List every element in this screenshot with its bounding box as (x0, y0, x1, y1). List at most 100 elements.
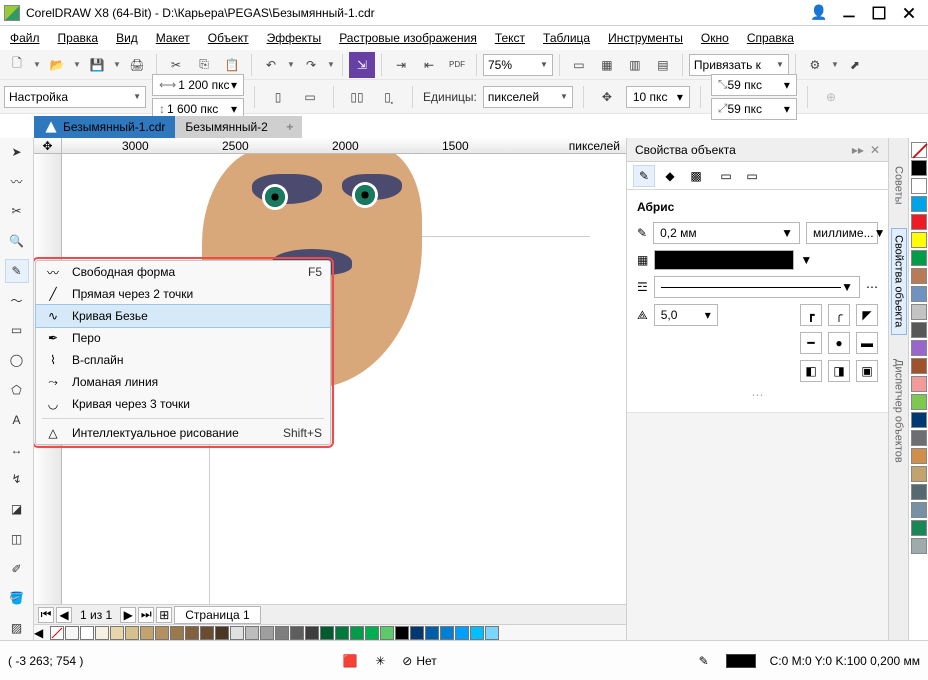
page-width-input[interactable]: ⟷1 200 пкс▾ (152, 74, 244, 96)
doc-palette-swatch[interactable] (110, 626, 124, 640)
fullscreen-preview-button[interactable]: ▭ (566, 52, 592, 78)
page-tab[interactable]: Страница 1 (174, 606, 260, 624)
menu-layout[interactable]: Макет (156, 31, 190, 45)
rectangle-tool[interactable]: ▭ (5, 319, 29, 343)
publish-pdf-button[interactable]: PDF (444, 52, 470, 78)
doc-palette-swatch[interactable] (125, 626, 139, 640)
eyedropper-tool[interactable]: ✐ (5, 557, 29, 581)
print-button[interactable]: 🖨 (124, 52, 150, 78)
vtab-hints[interactable]: Советы (893, 166, 905, 204)
pos-outside-button[interactable]: ◧ (800, 360, 822, 382)
palette-swatch[interactable] (911, 448, 927, 464)
doc-tab-2[interactable]: Безымянный-2 (175, 116, 277, 138)
transparency-tool[interactable]: ◫ (5, 527, 29, 551)
palette-swatch[interactable] (911, 214, 927, 230)
doc-palette-none[interactable] (50, 626, 64, 640)
doc-palette-swatch[interactable] (245, 626, 259, 640)
flyout-2point-line[interactable]: ╱Прямая через 2 точки (36, 283, 330, 305)
show-grid-button[interactable]: ▥ (622, 52, 648, 78)
palette-swatch[interactable] (911, 232, 927, 248)
palette-swatch[interactable] (911, 394, 927, 410)
palette-swatch[interactable] (911, 322, 927, 338)
palette-swatch[interactable] (911, 538, 927, 554)
last-page-button[interactable]: ⏭ (138, 607, 154, 623)
current-page-button[interactable]: ▯⸼ (376, 84, 402, 110)
pos-inside-button[interactable]: ▣ (856, 360, 878, 382)
menu-table[interactable]: Таблица (543, 31, 590, 45)
flyout-freehand[interactable]: 〰Свободная формаF5 (36, 261, 330, 283)
status-proof-icon[interactable]: ✳ (372, 653, 388, 669)
crop-tool[interactable]: ✂ (5, 200, 29, 224)
fill-none-icon[interactable]: ⊘ (402, 654, 412, 668)
outline-units-combo[interactable]: миллиме...▼ (806, 222, 878, 244)
docker-collapse-icon[interactable]: ▸▸ (852, 143, 864, 157)
palette-swatch[interactable] (911, 484, 927, 500)
cap-round-button[interactable]: ● (828, 332, 850, 354)
relative-button[interactable]: ⊕ (818, 84, 844, 110)
menu-bitmap[interactable]: Растровые изображения (339, 31, 477, 45)
first-page-button[interactable]: ⏮ (38, 607, 54, 623)
vtab-object-props[interactable]: Свойства объекта (891, 228, 907, 334)
doc-palette-swatch[interactable] (485, 626, 499, 640)
smart-fill-tool[interactable]: ▨ (5, 616, 29, 640)
outline-style-combo[interactable]: ▼ (654, 276, 860, 298)
doc-palette-swatch[interactable] (350, 626, 364, 640)
open-button[interactable]: 📂 (44, 52, 70, 78)
outline-pen-mini-icon[interactable]: ✎ (696, 653, 712, 669)
outline-width-combo[interactable]: 0,2 мм▼ (653, 222, 800, 244)
portrait-button[interactable]: ▯ (265, 84, 291, 110)
flyout-3point-curve[interactable]: ◡Кривая через 3 точки (36, 393, 330, 415)
docker-tab-a[interactable]: ▭ (715, 165, 737, 187)
add-page-button[interactable]: ⊞ (156, 607, 172, 623)
search-content-button[interactable]: ⇲ (349, 52, 375, 78)
new-doc-tab-button[interactable]: + (278, 116, 302, 138)
menu-help[interactable]: Справка (747, 31, 794, 45)
palette-swatch[interactable] (911, 358, 927, 374)
doc-palette-swatch[interactable] (95, 626, 109, 640)
doc-palette-swatch[interactable] (290, 626, 304, 640)
landscape-button[interactable]: ▭ (297, 84, 323, 110)
palette-swatch[interactable] (911, 430, 927, 446)
undo-button[interactable]: ↶ (258, 52, 284, 78)
doc-palette-swatch[interactable] (305, 626, 319, 640)
palette-swatch[interactable] (911, 178, 927, 194)
doc-tab-active[interactable]: Безымянный-1.cdr (34, 116, 175, 138)
menu-view[interactable]: Вид (116, 31, 138, 45)
cap-flat-button[interactable]: ━ (800, 332, 822, 354)
vtab-object-manager[interactable]: Диспетчер объектов (893, 359, 905, 463)
menu-window[interactable]: Окно (701, 31, 729, 45)
menu-file[interactable]: Файл (10, 31, 40, 45)
palette-swatch[interactable] (911, 466, 927, 482)
artistic-media-tool[interactable]: 〜 (5, 289, 29, 313)
ruler-origin-icon[interactable]: ✥ (34, 138, 62, 154)
interactive-fill-tool[interactable]: 🪣 (5, 586, 29, 610)
doc-palette-swatch[interactable] (80, 626, 94, 640)
minimize-button[interactable] (834, 2, 864, 24)
doc-palette-swatch[interactable] (395, 626, 409, 640)
palette-swatch[interactable] (911, 502, 927, 518)
palette-swatch[interactable] (911, 376, 927, 392)
menu-edit[interactable]: Правка (58, 31, 99, 45)
doc-palette-swatch[interactable] (320, 626, 334, 640)
doc-palette-swatch[interactable] (440, 626, 454, 640)
units-combo[interactable]: пикселей▼ (483, 86, 573, 108)
flyout-pen[interactable]: ✒Перо (36, 327, 330, 349)
doc-palette-swatch[interactable] (155, 626, 169, 640)
outline-color-mini[interactable] (726, 654, 756, 668)
options-button[interactable]: ⚙ (802, 52, 828, 78)
doc-palette-swatch[interactable] (65, 626, 79, 640)
palette-swatch[interactable] (911, 196, 927, 212)
save-button[interactable]: 💾 (84, 52, 110, 78)
connector-tool[interactable]: ↯ (5, 467, 29, 491)
palette-swatch[interactable] (911, 250, 927, 266)
doc-palette-swatch[interactable] (410, 626, 424, 640)
doc-palette-swatch[interactable] (365, 626, 379, 640)
page-preset-combo[interactable]: Настройка▼ (4, 86, 146, 108)
miter-limit-input[interactable]: 5,0▾ (654, 304, 718, 326)
dup-offset-x[interactable]: ⤡59 пкс▾ (711, 74, 797, 96)
doc-palette-swatch[interactable] (455, 626, 469, 640)
doc-palette-swatch[interactable] (215, 626, 229, 640)
parallel-dim-tool[interactable]: ↔ (5, 438, 29, 462)
prev-page-button[interactable]: ◀ (56, 607, 72, 623)
ellipse-tool[interactable]: ◯ (5, 348, 29, 372)
